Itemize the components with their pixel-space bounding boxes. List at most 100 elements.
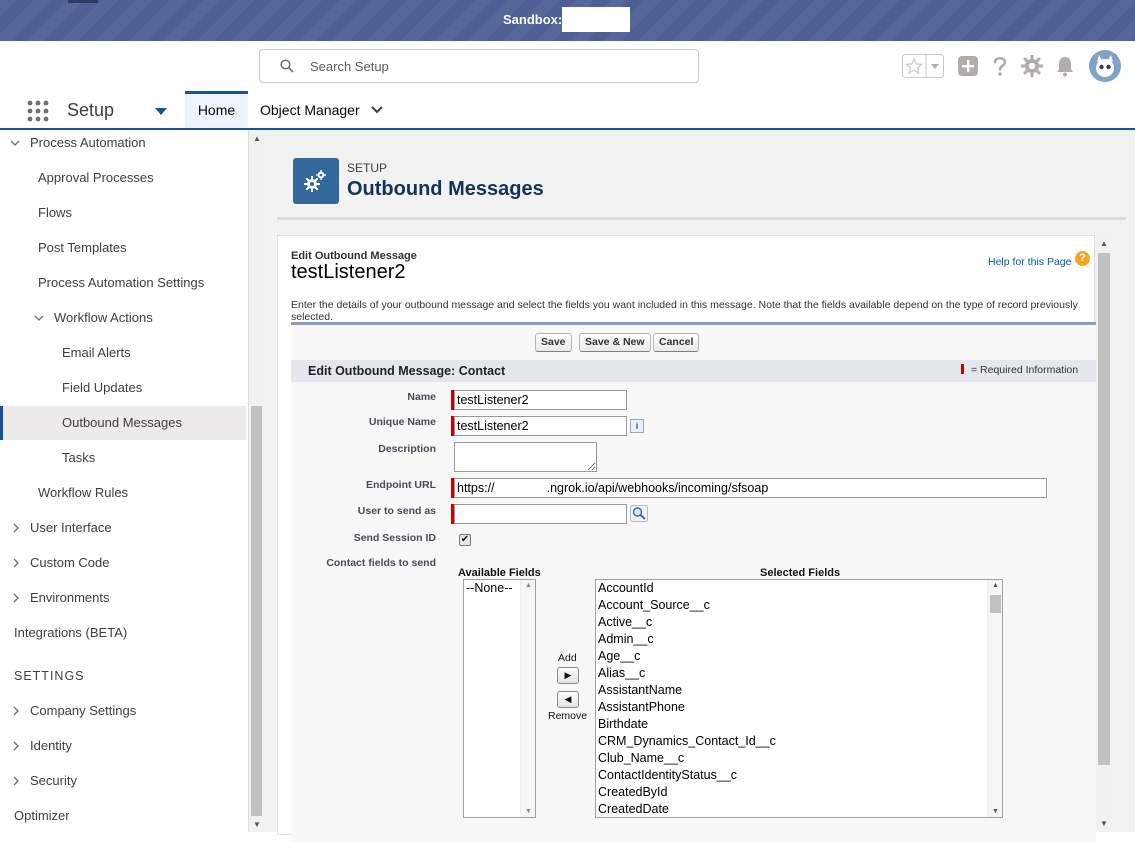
- sidebar-item-process-automation-settings[interactable]: Process Automation Settings: [0, 266, 246, 300]
- sidebar-scrollbar-thumb[interactable]: [251, 406, 262, 816]
- sidebar-item-label: Custom Code: [30, 555, 110, 570]
- help-question-icon[interactable]: ?: [1075, 251, 1090, 266]
- app-menu-chevron-down-icon[interactable]: [154, 106, 168, 116]
- user-to-send-as-label: User to send as: [357, 505, 436, 517]
- sidebar-item-label: Field Updates: [62, 380, 143, 395]
- favorites-star-icon[interactable]: [902, 54, 944, 78]
- sidebar-item-process-automation[interactable]: Process Automation: [0, 130, 246, 160]
- main-scrollbar-thumb[interactable]: [1098, 253, 1110, 765]
- info-icon[interactable]: i: [630, 419, 644, 433]
- sidebar-item-approval-processes[interactable]: Approval Processes: [0, 161, 246, 195]
- user-to-send-as-field[interactable]: [454, 504, 627, 524]
- section-title: Edit Outbound Message: Contact: [308, 364, 506, 378]
- required-info-text: = Required Information: [971, 364, 1079, 376]
- list-item[interactable]: AccountId: [596, 580, 1002, 597]
- sidebar-item-workflow-actions[interactable]: Workflow Actions: [0, 301, 246, 335]
- list-item[interactable]: AssistantName: [596, 682, 1002, 699]
- search-input[interactable]: [310, 56, 680, 76]
- scroll-up-arrow-icon[interactable]: ▲: [992, 582, 999, 589]
- scroll-down-arrow-icon[interactable]: ▼: [525, 808, 532, 815]
- selected-fields-list[interactable]: AccountId Account_Source__c Active__c Ad…: [595, 579, 1003, 818]
- scroll-down-arrow-icon[interactable]: ▼: [253, 820, 261, 829]
- lookup-magnifier-icon[interactable]: [630, 505, 648, 522]
- app-launcher-waffle-icon[interactable]: [27, 100, 49, 122]
- save-button[interactable]: Save: [535, 333, 572, 352]
- object-manager-chevron-down-icon[interactable]: [370, 104, 384, 116]
- list-item[interactable]: Alias__c: [596, 665, 1002, 682]
- description-textarea[interactable]: [454, 442, 597, 472]
- list-item[interactable]: ContactIdentityStatus__c: [596, 767, 1002, 784]
- sandbox-name: [562, 7, 630, 32]
- tab-home[interactable]: Home: [185, 91, 248, 128]
- sidebar-item-optimizer[interactable]: Optimizer: [0, 799, 246, 832]
- main-scrollbar[interactable]: ▲ ▼: [1096, 235, 1112, 832]
- remove-arrow-button[interactable]: ◀: [557, 691, 579, 708]
- list-item[interactable]: CreatedDate: [596, 801, 1002, 817]
- list-item[interactable]: Admin__c: [596, 631, 1002, 648]
- help-question-icon[interactable]: [988, 54, 1012, 78]
- required-indicator: [961, 364, 964, 374]
- sidebar-item-label: Identity: [30, 738, 72, 753]
- sidebar-item-flows[interactable]: Flows: [0, 196, 246, 230]
- available-list-scrollbar[interactable]: ▲ ▼: [520, 580, 535, 817]
- list-item[interactable]: Account_Source__c: [596, 597, 1002, 614]
- sidebar-item-identity[interactable]: Identity: [0, 729, 246, 763]
- page-eyebrow: SETUP: [347, 161, 388, 175]
- add-arrow-button[interactable]: ▶: [557, 667, 579, 684]
- chevron-right-icon: [13, 593, 19, 603]
- notifications-bell-icon[interactable]: [1053, 54, 1077, 78]
- main-content-area: SETUP Outbound Messages Edit Outbound Me…: [264, 130, 1135, 842]
- sidebar-item-security[interactable]: Security: [0, 764, 246, 798]
- tab-object-manager[interactable]: Object Manager: [260, 102, 360, 118]
- sidebar-item-label: Security: [30, 773, 77, 788]
- chevron-down-icon: [10, 140, 20, 146]
- search-box[interactable]: [259, 49, 699, 83]
- sidebar-item-workflow-rules[interactable]: Workflow Rules: [0, 476, 246, 510]
- sidebar-item-company-settings[interactable]: Company Settings: [0, 694, 246, 728]
- sidebar-item-integrations[interactable]: Integrations (BETA): [0, 616, 246, 650]
- setup-gear-icon[interactable]: [1020, 54, 1044, 78]
- sandbox-label: Sandbox:: [503, 12, 563, 27]
- endpoint-url-field[interactable]: [454, 478, 1047, 498]
- unique-name-field[interactable]: [454, 416, 627, 436]
- selected-list-scrollbar-thumb[interactable]: [990, 595, 1001, 613]
- global-actions-plus-icon[interactable]: [956, 54, 980, 78]
- scroll-up-arrow-icon[interactable]: ▲: [525, 582, 532, 589]
- sidebar-scrollbar[interactable]: ▲ ▼: [248, 130, 264, 832]
- selected-list-scrollbar[interactable]: ▲ ▼: [987, 580, 1002, 817]
- chevron-right-icon: [13, 741, 19, 751]
- send-session-id-checkbox[interactable]: ✔: [459, 534, 471, 546]
- list-item[interactable]: Birthdate: [596, 716, 1002, 733]
- sidebar-item-environments[interactable]: Environments: [0, 581, 246, 615]
- cancel-button[interactable]: Cancel: [653, 333, 700, 352]
- available-fields-list[interactable]: --None-- ▲ ▼: [463, 579, 536, 818]
- sidebar-item-label: User Interface: [30, 520, 112, 535]
- chevron-down-icon: [34, 315, 44, 321]
- user-avatar[interactable]: [1089, 50, 1121, 82]
- list-item[interactable]: CreatedById: [596, 784, 1002, 801]
- sandbox-banner: Sandbox:: [0, 0, 1135, 41]
- scroll-down-arrow-icon[interactable]: ▼: [1100, 819, 1108, 828]
- sidebar-item-field-updates[interactable]: Field Updates: [0, 371, 246, 405]
- sidebar-item-user-interface[interactable]: User Interface: [0, 511, 246, 545]
- list-item[interactable]: AssistantPhone: [596, 699, 1002, 716]
- sidebar-item-label: Process Automation Settings: [38, 275, 205, 290]
- list-item[interactable]: Active__c: [596, 614, 1002, 631]
- sidebar-item-custom-code[interactable]: Custom Code: [0, 546, 246, 580]
- scroll-down-arrow-icon[interactable]: ▼: [992, 808, 999, 815]
- sidebar-item-label: Tasks: [62, 450, 96, 465]
- name-field[interactable]: [454, 390, 627, 410]
- search-icon: [280, 59, 294, 73]
- save-and-new-button[interactable]: Save & New: [579, 333, 651, 352]
- sidebar-item-outbound-messages[interactable]: Outbound Messages: [0, 406, 246, 440]
- list-item[interactable]: Age__c: [596, 648, 1002, 665]
- help-for-this-page-link[interactable]: Help for this Page: [988, 256, 1071, 268]
- sidebar-item-post-templates[interactable]: Post Templates: [0, 231, 246, 265]
- scroll-up-arrow-icon[interactable]: ▲: [253, 134, 261, 143]
- app-nav-bar: Setup Home Object Manager: [0, 91, 1135, 130]
- scroll-up-arrow-icon[interactable]: ▲: [1100, 239, 1108, 248]
- sidebar-item-tasks[interactable]: Tasks: [0, 441, 246, 475]
- list-item[interactable]: CRM_Dynamics_Contact_Id__c: [596, 733, 1002, 750]
- list-item[interactable]: Club_Name__c: [596, 750, 1002, 767]
- sidebar-item-email-alerts[interactable]: Email Alerts: [0, 336, 246, 370]
